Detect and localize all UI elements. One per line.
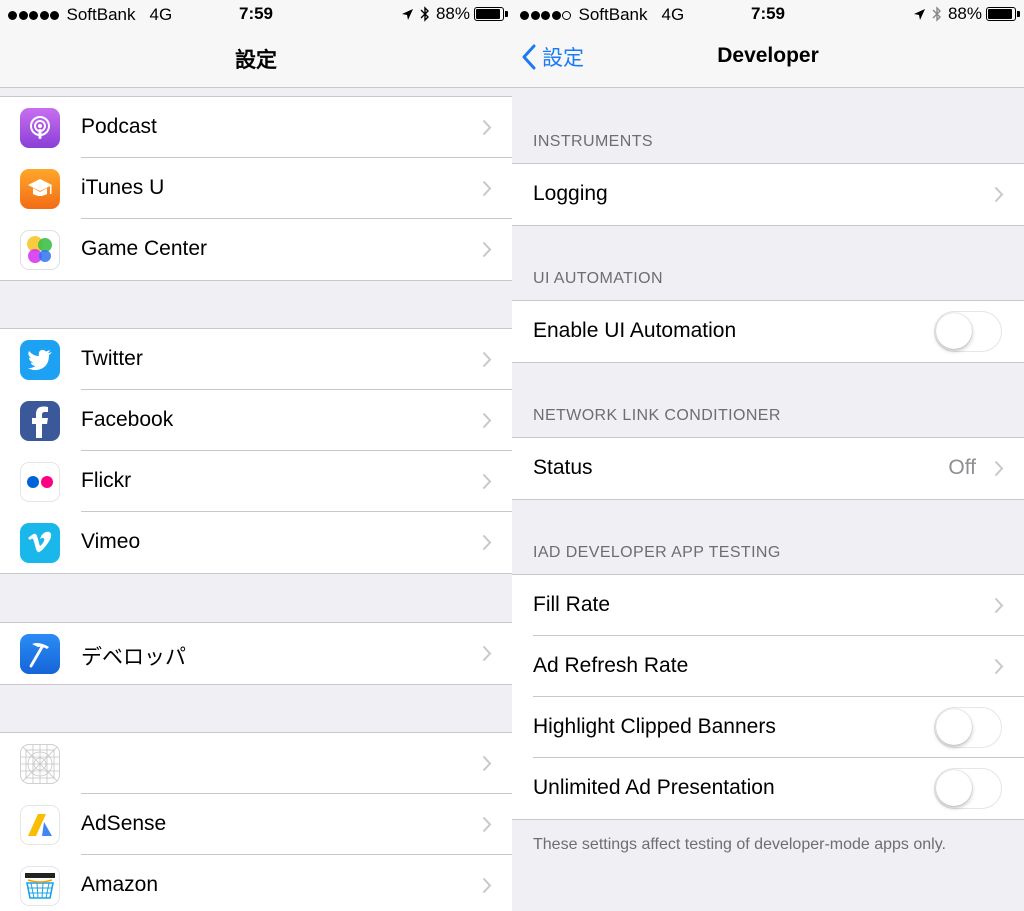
settings-row-unnamed-app[interactable]	[0, 733, 512, 794]
settings-group-third-party: AdSense Amazon	[0, 732, 512, 911]
chevron-right-icon	[482, 755, 492, 772]
enable-ui-automation-row: Enable UI Automation	[512, 301, 1024, 362]
settings-group-developer: デベロッパ	[0, 622, 512, 685]
row-label: AdSense	[81, 812, 167, 835]
settings-row-adsense[interactable]: AdSense	[0, 794, 512, 855]
settings-screen: SoftBank 4G 7:59 88% 設定 Podcast iTunes U	[0, 0, 512, 911]
row-label: Logging	[533, 182, 608, 205]
placeholder-app-icon	[20, 744, 60, 784]
fill-rate-row[interactable]: Fill Rate	[512, 575, 1024, 636]
amazon-icon	[20, 866, 60, 906]
status-row[interactable]: Status Off	[512, 438, 1024, 499]
vimeo-icon	[20, 523, 60, 563]
chevron-right-icon	[482, 816, 492, 833]
bluetooth-icon	[420, 6, 429, 22]
row-label: Twitter	[81, 347, 143, 370]
highlight-clipped-banners-row: Highlight Clipped Banners	[512, 697, 1024, 758]
battery-icon	[986, 7, 1020, 21]
row-label: Flickr	[81, 469, 132, 492]
chevron-right-icon	[994, 597, 1004, 614]
row-label: Enable UI Automation	[533, 319, 737, 342]
location-arrow-icon	[401, 8, 413, 20]
settings-row-game-center[interactable]: Game Center	[0, 219, 512, 280]
developer-hammer-icon	[20, 634, 60, 674]
chevron-right-icon	[482, 473, 492, 490]
battery-percentage: 88%	[435, 4, 470, 23]
group-ui-automation: Enable UI Automation	[512, 300, 1024, 363]
bluetooth-icon	[932, 6, 941, 22]
settings-group-apple-apps: Podcast iTunes U Game Center	[0, 96, 512, 281]
section-header-ui-automation: UI AUTOMATION	[533, 270, 663, 287]
enable-ui-automation-toggle[interactable]	[934, 311, 1002, 352]
row-label: Podcast	[81, 115, 157, 138]
battery-icon	[474, 7, 508, 21]
flickr-icon	[20, 462, 60, 502]
ad-refresh-rate-row[interactable]: Ad Refresh Rate	[512, 636, 1024, 697]
settings-row-flickr[interactable]: Flickr	[0, 451, 512, 512]
row-label: Status	[533, 456, 593, 479]
location-arrow-icon	[913, 8, 925, 20]
group-network-link-conditioner: Status Off	[512, 437, 1024, 500]
section-header-iad-developer-app-testing: IAD DEVELOPER APP TESTING	[533, 544, 781, 561]
status-bar: SoftBank 4G 7:59 88%	[512, 0, 1024, 30]
chevron-right-icon	[482, 351, 492, 368]
settings-row-twitter[interactable]: Twitter	[0, 329, 512, 390]
chevron-right-icon	[482, 534, 492, 551]
unlimited-ad-presentation-toggle[interactable]	[934, 768, 1002, 809]
chevron-right-icon	[482, 119, 492, 136]
chevron-right-icon	[994, 186, 1004, 203]
group-instruments: Logging	[512, 163, 1024, 226]
row-label: iTunes U	[81, 176, 165, 199]
battery-percentage: 88%	[947, 4, 982, 23]
row-label: Game Center	[81, 237, 208, 260]
status-value: Off	[948, 456, 976, 479]
chevron-right-icon	[482, 645, 492, 662]
status-bar: SoftBank 4G 7:59 88%	[0, 0, 512, 30]
podcast-icon	[20, 108, 60, 148]
itunes-u-icon	[20, 169, 60, 209]
navigation-bar: 設定	[0, 30, 512, 88]
row-label: Ad Refresh Rate	[533, 654, 689, 677]
settings-row-podcast[interactable]: Podcast	[0, 97, 512, 158]
logging-row[interactable]: Logging	[512, 164, 1024, 225]
section-header-network-link-conditioner: NETWORK LINK CONDITIONER	[533, 407, 781, 424]
row-label: Highlight Clipped Banners	[533, 715, 776, 738]
page-title: 設定	[235, 49, 277, 72]
row-label: Unlimited Ad Presentation	[533, 776, 775, 799]
settings-row-amazon[interactable]: Amazon	[0, 855, 512, 911]
navigation-bar: 設定 Developer	[512, 30, 1024, 88]
highlight-clipped-banners-toggle[interactable]	[934, 707, 1002, 748]
section-footer-note: These settings affect testing of develop…	[533, 836, 946, 853]
chevron-right-icon	[482, 241, 492, 258]
chevron-right-icon	[994, 658, 1004, 675]
row-label: Fill Rate	[533, 593, 611, 616]
developer-screen: SoftBank 4G 7:59 88% 設定 Developer INSTRU…	[512, 0, 1024, 911]
section-header-instruments: INSTRUMENTS	[533, 133, 653, 150]
adsense-icon	[20, 805, 60, 845]
group-iad: Fill Rate Ad Refresh Rate Highlight Clip…	[512, 574, 1024, 820]
settings-group-social: Twitter Facebook Flickr Vimeo	[0, 328, 512, 574]
row-label: Vimeo	[81, 530, 141, 553]
row-label: デベロッパ	[81, 646, 186, 669]
settings-row-developer[interactable]: デベロッパ	[0, 623, 512, 684]
game-center-icon	[20, 230, 60, 270]
settings-row-itunes-u[interactable]: iTunes U	[0, 158, 512, 219]
settings-row-facebook[interactable]: Facebook	[0, 390, 512, 451]
facebook-icon	[20, 401, 60, 441]
chevron-right-icon	[482, 877, 492, 894]
chevron-right-icon	[994, 460, 1004, 477]
chevron-right-icon	[482, 412, 492, 429]
twitter-icon	[20, 340, 60, 380]
chevron-right-icon	[482, 180, 492, 197]
row-label: Facebook	[81, 408, 174, 431]
row-label: Amazon	[81, 873, 159, 896]
unlimited-ad-presentation-row: Unlimited Ad Presentation	[512, 758, 1024, 819]
page-title: Developer	[717, 44, 819, 67]
settings-row-vimeo[interactable]: Vimeo	[0, 512, 512, 573]
